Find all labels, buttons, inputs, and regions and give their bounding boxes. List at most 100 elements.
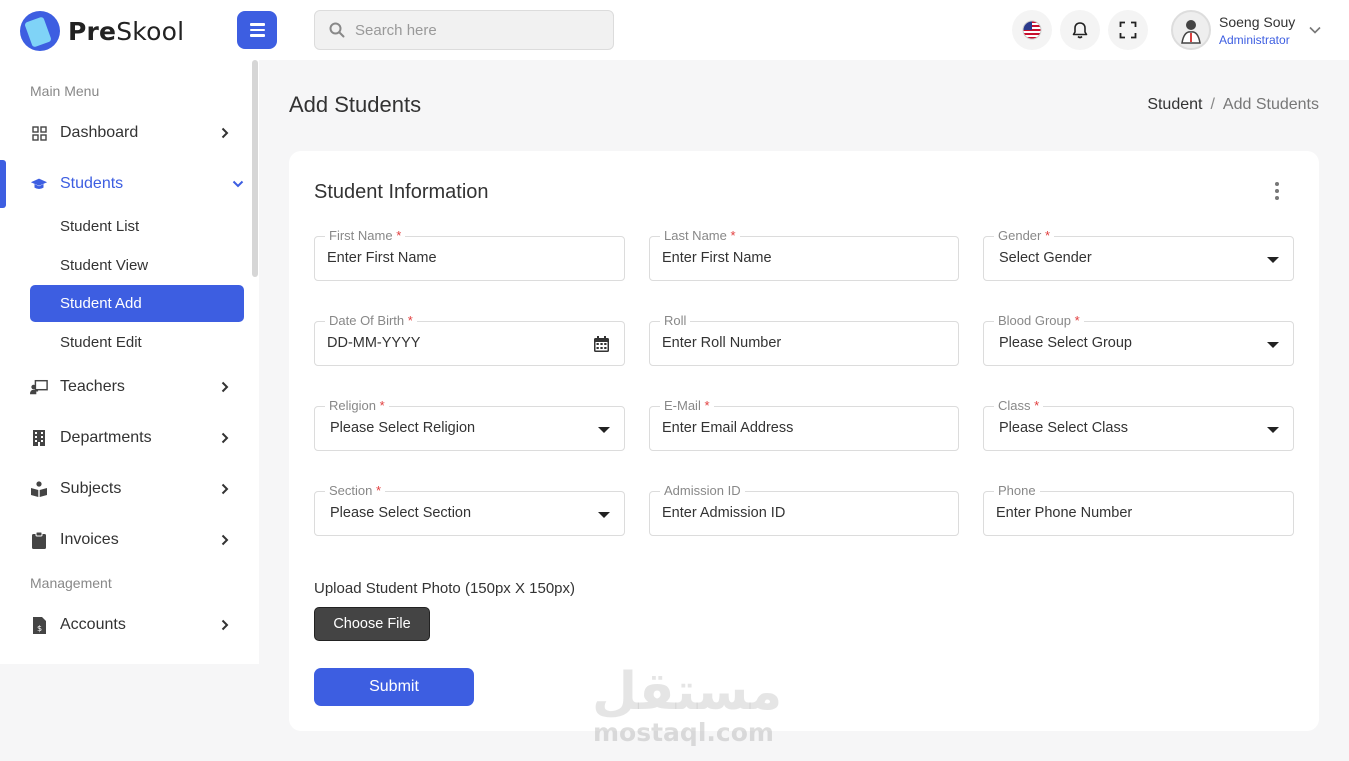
field-label: Religion bbox=[329, 398, 376, 413]
sidebar-item-departments[interactable]: Departments bbox=[0, 418, 252, 458]
sidebar: Main Menu Dashboard Students Student Lis… bbox=[0, 60, 259, 664]
menu-toggle-button[interactable] bbox=[237, 11, 277, 49]
field-placeholder: DD-MM-YYYY bbox=[327, 335, 421, 351]
notification-button[interactable] bbox=[1060, 10, 1100, 50]
roll-field[interactable]: Roll Enter Roll Number bbox=[649, 313, 959, 366]
section-select[interactable]: Section * Please Select Section bbox=[314, 483, 625, 536]
breadcrumb: Student / Add Students bbox=[1147, 96, 1319, 114]
field-label: Section bbox=[329, 483, 373, 498]
required-marker: * bbox=[1034, 398, 1040, 413]
field-placeholder: Enter Email Address bbox=[662, 420, 794, 436]
breadcrumb-link-student[interactable]: Student bbox=[1147, 96, 1202, 114]
logo[interactable]: PreSkool bbox=[20, 11, 184, 51]
sidebar-item-accounts[interactable]: $ Accounts bbox=[0, 605, 252, 645]
sidebar-subitem-student-add[interactable]: Student Add bbox=[30, 285, 244, 322]
sidebar-item-students[interactable]: Students bbox=[0, 164, 252, 204]
date-of-birth-field[interactable]: Date Of Birth * DD-MM-YYYY bbox=[314, 313, 625, 366]
sidebar-item-label: Departments bbox=[60, 429, 152, 446]
email-field[interactable]: E-Mail * Enter Email Address bbox=[649, 398, 959, 451]
gender-select[interactable]: Gender * Select Gender bbox=[983, 228, 1294, 281]
phone-field[interactable]: Phone Enter Phone Number bbox=[983, 483, 1294, 536]
sidebar-item-label: Students bbox=[60, 175, 124, 192]
user-avatar-icon bbox=[1181, 20, 1201, 44]
chevron-right-icon bbox=[219, 432, 231, 444]
chevron-right-icon bbox=[219, 483, 231, 495]
user-name: Soeng Souy bbox=[1219, 13, 1296, 30]
more-options-icon[interactable] bbox=[1275, 182, 1279, 200]
logo-text: PreSkool bbox=[68, 16, 185, 46]
building-icon bbox=[30, 429, 48, 447]
required-marker: * bbox=[379, 398, 385, 413]
language-button[interactable] bbox=[1012, 10, 1052, 50]
religion-select[interactable]: Religion * Please Select Religion bbox=[314, 398, 625, 451]
sidebar-item-teachers[interactable]: Teachers bbox=[0, 367, 252, 407]
bell-icon bbox=[1072, 22, 1088, 39]
clipboard-icon bbox=[30, 531, 48, 549]
grid-icon bbox=[30, 124, 48, 142]
required-marker: * bbox=[407, 313, 413, 328]
field-label: Phone bbox=[998, 483, 1036, 498]
sidebar-subitem-student-list[interactable]: Student List bbox=[60, 218, 139, 235]
field-placeholder: Enter Roll Number bbox=[662, 335, 782, 351]
search-input[interactable] bbox=[355, 21, 595, 39]
chevron-right-icon bbox=[219, 534, 231, 546]
calendar-icon[interactable] bbox=[594, 336, 609, 352]
sidebar-item-invoices[interactable]: Invoices bbox=[0, 520, 252, 560]
sidebar-item-label: Teachers bbox=[60, 378, 125, 395]
required-marker: * bbox=[1074, 313, 1080, 328]
chevron-down-icon bbox=[232, 178, 244, 190]
required-marker: * bbox=[704, 398, 710, 413]
first-name-field[interactable]: First Name * Enter First Name bbox=[314, 228, 625, 281]
svg-text:$: $ bbox=[37, 624, 42, 633]
sidebar-item-dashboard[interactable]: Dashboard bbox=[0, 113, 252, 153]
sidebar-subitem-student-view[interactable]: Student View bbox=[60, 257, 148, 274]
field-label: Roll bbox=[664, 313, 687, 328]
fullscreen-button[interactable] bbox=[1108, 10, 1148, 50]
field-placeholder: Enter First Name bbox=[662, 250, 772, 266]
graduation-cap-icon bbox=[30, 175, 48, 193]
user-menu[interactable]: Soeng Souy Administrator bbox=[1171, 10, 1321, 50]
class-select[interactable]: Class * Please Select Class bbox=[983, 398, 1294, 451]
page-title: Add Students bbox=[289, 92, 422, 117]
required-marker: * bbox=[396, 228, 402, 243]
file-invoice-dollar-icon: $ bbox=[30, 616, 48, 634]
search-icon bbox=[329, 22, 345, 38]
select-value: Select Gender bbox=[999, 250, 1092, 266]
field-placeholder: Enter Admission ID bbox=[662, 505, 786, 521]
required-marker: * bbox=[1045, 228, 1051, 243]
sidebar-subitem-student-edit[interactable]: Student Edit bbox=[60, 334, 142, 351]
logo-icon bbox=[20, 11, 60, 51]
sidebar-item-subjects[interactable]: Subjects bbox=[0, 469, 252, 509]
field-label: Date Of Birth bbox=[329, 313, 405, 328]
hamburger-icon bbox=[249, 23, 265, 26]
select-value: Please Select Group bbox=[999, 335, 1132, 351]
field-label: Class bbox=[998, 398, 1031, 413]
select-value: Please Select Section bbox=[330, 505, 472, 521]
required-marker: * bbox=[730, 228, 736, 243]
chevron-down-icon bbox=[1309, 26, 1321, 34]
choose-file-button[interactable]: Choose File bbox=[314, 607, 430, 641]
search-box[interactable] bbox=[314, 10, 614, 50]
chalkboard-teacher-icon bbox=[30, 378, 48, 396]
field-label: Gender bbox=[998, 228, 1042, 243]
submit-button[interactable]: Submit bbox=[314, 668, 474, 706]
field-label: E-Mail bbox=[664, 398, 701, 413]
required-marker: * bbox=[376, 483, 382, 498]
watermark-arabic: مستقل bbox=[592, 662, 783, 722]
field-label: Admission ID bbox=[664, 483, 741, 498]
user-role: Administrator bbox=[1219, 32, 1290, 47]
blood-group-select[interactable]: Blood Group * Please Select Group bbox=[983, 313, 1294, 366]
breadcrumb-current: Add Students bbox=[1222, 96, 1319, 113]
menu-section-main: Main Menu bbox=[30, 83, 100, 99]
upload-photo-label: Upload Student Photo (150px X 150px) bbox=[314, 580, 576, 597]
sidebar-scrollbar[interactable] bbox=[252, 60, 258, 277]
chevron-right-icon bbox=[219, 127, 231, 139]
dropdown-caret-icon bbox=[1267, 427, 1279, 433]
last-name-field[interactable]: Last Name * Enter First Name bbox=[649, 228, 959, 281]
field-placeholder: Enter Phone Number bbox=[996, 505, 1133, 521]
us-flag-icon bbox=[1022, 20, 1042, 40]
menu-section-management: Management bbox=[30, 575, 112, 591]
admission-id-field[interactable]: Admission ID Enter Admission ID bbox=[649, 483, 959, 536]
field-placeholder: Enter First Name bbox=[327, 250, 437, 266]
watermark-latin: mostaql.com bbox=[593, 718, 774, 747]
